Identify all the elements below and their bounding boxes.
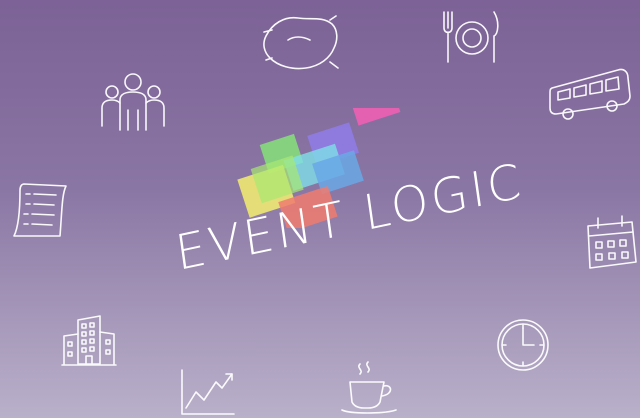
bus-icon: [549, 68, 631, 120]
people-group-icon: [101, 73, 165, 131]
document-list-icon: [13, 183, 67, 237]
dining-plate-icon: [443, 11, 499, 63]
clock-icon: [497, 319, 549, 371]
coffee-cup-icon: [341, 361, 397, 414]
event-logic-logo: EVENT LOGIC: [170, 108, 530, 318]
pillow-icon: [263, 15, 339, 70]
growth-chart-icon: [181, 369, 235, 415]
promo-banner: EVENT LOGIC: [0, 0, 640, 418]
calendar-icon: [587, 215, 637, 269]
office-building-icon: [61, 315, 117, 366]
logo-tile-pink: [351, 108, 401, 126]
